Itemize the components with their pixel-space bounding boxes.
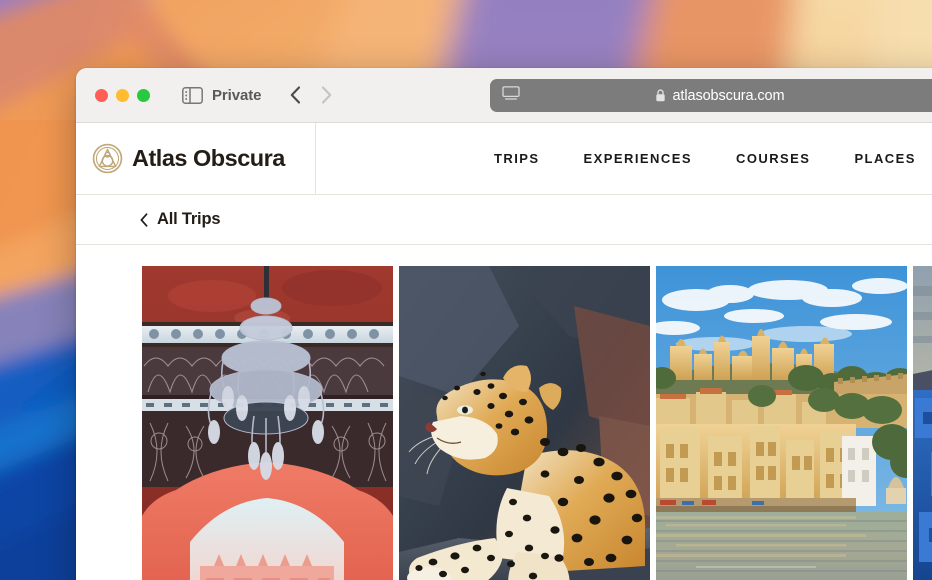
private-browsing-label: Private: [212, 86, 262, 104]
forward-button[interactable]: [321, 86, 332, 104]
back-button[interactable]: [290, 86, 301, 104]
trip-gallery: [76, 245, 932, 580]
breadcrumb-label: All Trips: [157, 210, 221, 228]
udaipur-lake-palace-image: [656, 266, 907, 580]
close-window-button[interactable]: [95, 88, 108, 102]
zoom-window-button[interactable]: [137, 88, 150, 102]
site-logo-link[interactable]: Atlas Obscura: [76, 123, 316, 194]
nav-item-trips[interactable]: TRIPS: [494, 151, 540, 166]
sidebar-icon: [182, 86, 203, 104]
nav-item-places[interactable]: PLACES: [854, 151, 915, 166]
breadcrumb-all-trips-link[interactable]: All Trips: [140, 210, 221, 229]
window-traffic-lights: [95, 88, 150, 102]
site-header: Atlas Obscura TRIPS EXPERIENCES COURSES …: [76, 123, 932, 195]
breadcrumb-bar: All Trips: [76, 195, 932, 245]
main-navigation: TRIPS EXPERIENCES COURSES PLACES: [316, 123, 932, 194]
sidebar-toggle-button[interactable]: Private: [182, 87, 261, 104]
gallery-card-blue-city-jodhpur[interactable]: [913, 266, 932, 580]
nav-item-courses[interactable]: COURSES: [736, 151, 810, 166]
gallery-card-pink-palace-chandelier[interactable]: [142, 266, 393, 580]
address-bar[interactable]: atlasobscura.com: [490, 79, 932, 112]
gallery-card-leopard-on-rocks[interactable]: [399, 266, 650, 580]
minimize-window-button[interactable]: [116, 88, 129, 102]
browser-toolbar: Private atlasobscura.com: [76, 68, 932, 123]
pink-palace-chandelier-image: [142, 266, 393, 580]
url-display: atlasobscura.com: [520, 88, 920, 104]
navigation-arrows: [290, 86, 332, 104]
browser-window: Private atlasobscura.com Atlas Obscura T…: [76, 68, 932, 580]
lock-icon: [655, 89, 666, 102]
nav-item-experiences[interactable]: EXPERIENCES: [584, 151, 692, 166]
gallery-card-udaipur-lake-palace[interactable]: [656, 266, 907, 580]
chevron-left-icon: [140, 212, 148, 227]
atlas-obscura-logo-icon: [92, 143, 123, 174]
blue-city-jodhpur-image: [913, 266, 932, 580]
reader-view-icon[interactable]: [502, 85, 520, 106]
leopard-on-rocks-image: [399, 266, 650, 580]
brand-name: Atlas Obscura: [132, 145, 285, 171]
url-text: atlasobscura.com: [672, 87, 785, 104]
